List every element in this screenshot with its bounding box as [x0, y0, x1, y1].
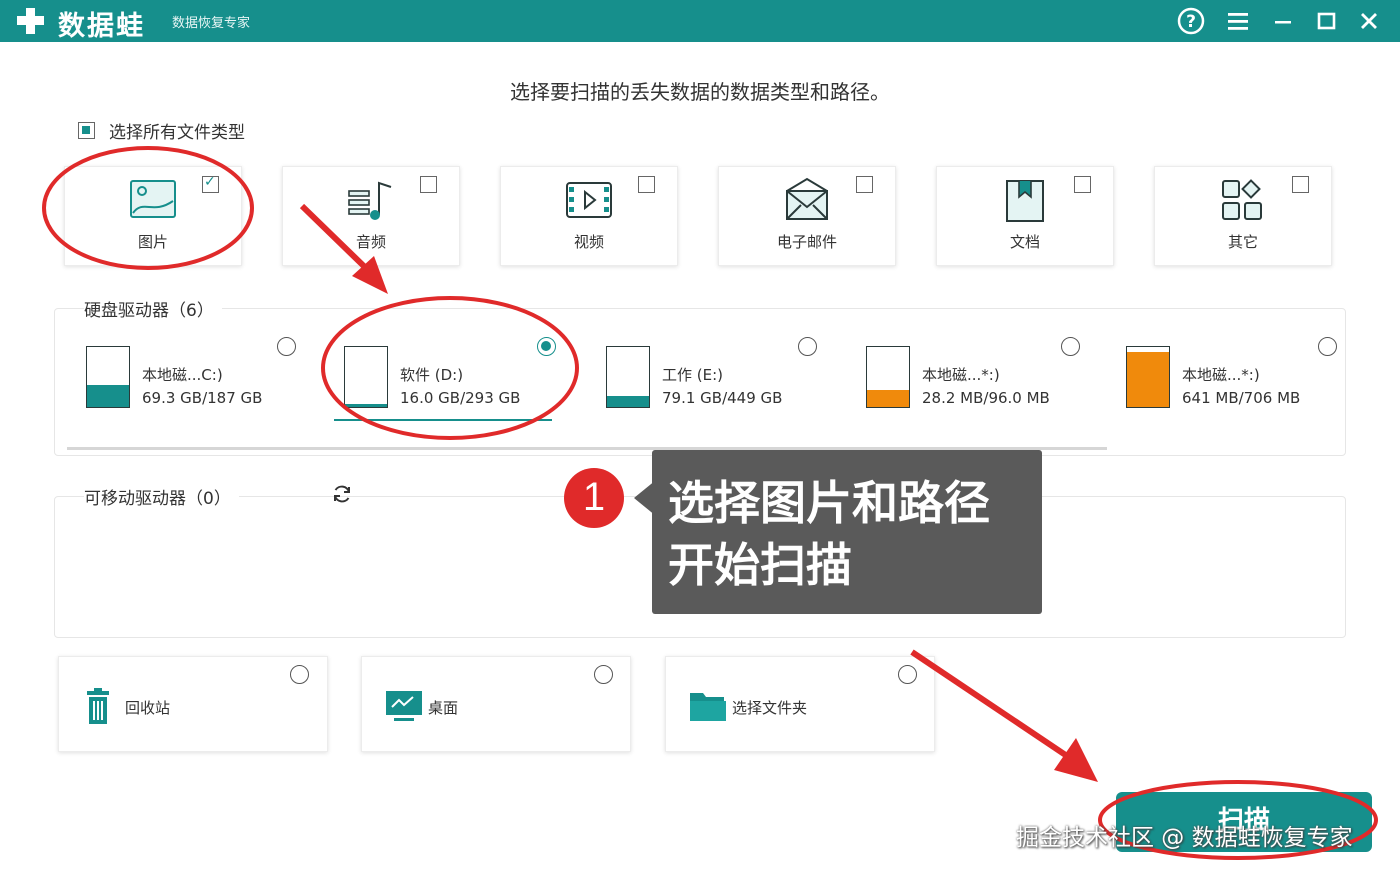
select-all-label: 选择所有文件类型 [109, 122, 245, 143]
drive-radio[interactable] [537, 337, 556, 356]
location-label: 选择文件夹 [732, 699, 808, 717]
drive-icon [344, 346, 388, 408]
type-card-email[interactable]: 电子邮件 [718, 166, 896, 266]
drive-icon [866, 346, 910, 408]
type-checkbox[interactable] [420, 176, 437, 193]
type-card-audio[interactable]: 音频 [282, 166, 460, 266]
callout-line-1: 选择图片和路径 [668, 476, 990, 530]
drive-radio[interactable] [1061, 337, 1080, 356]
app-subtitle: 数据恢复专家 [172, 16, 251, 31]
drive-radio[interactable] [1318, 337, 1337, 356]
location-card-desktop[interactable]: 桌面 [361, 656, 631, 752]
title-bar: 数据蛙 数据恢复专家 ? [0, 0, 1400, 42]
drive-size: 28.2 MB/96.0 MB [922, 389, 1050, 407]
drive-usage-fill [345, 404, 387, 407]
checkbox-box[interactable] [78, 121, 95, 139]
drive-size: 69.3 GB/187 GB [142, 389, 263, 407]
step-number-badge: 1 [564, 468, 624, 528]
minimize-icon[interactable] [1266, 4, 1300, 38]
type-label: 文档 [1009, 233, 1040, 251]
menu-icon[interactable] [1221, 4, 1255, 38]
drive-size: 16.0 GB/293 GB [400, 389, 521, 407]
drive-name: 工作 (E:) [662, 366, 724, 384]
help-icon[interactable]: ? [1174, 4, 1208, 38]
type-checkbox[interactable] [638, 176, 655, 193]
type-card-other[interactable]: 其它 [1154, 166, 1332, 266]
image-icon [130, 180, 176, 218]
page-prompt: 选择要扫描的丢失数据的数据类型和路径。 [510, 80, 890, 104]
type-card-image[interactable]: 图片 [64, 166, 242, 266]
type-checkbox[interactable] [1074, 176, 1091, 193]
selected-underline [334, 419, 552, 421]
location-radio[interactable] [594, 665, 613, 684]
audio-icon [348, 181, 392, 220]
close-icon[interactable] [1352, 4, 1386, 38]
app-name: 数据蛙 [58, 11, 145, 42]
callout-text: 选择图片和路径 开始扫描 [668, 472, 990, 596]
removable-drive-title: 可移动驱动器（0） [84, 484, 239, 509]
location-radio[interactable] [898, 665, 917, 684]
type-checkbox[interactable] [1292, 176, 1309, 193]
arrow-to-scan [910, 649, 1072, 761]
trash-icon [87, 688, 109, 724]
drive-name: 本地磁...C:) [142, 366, 223, 384]
type-checkbox[interactable] [202, 174, 219, 193]
drive-size: 79.1 GB/449 GB [662, 389, 783, 407]
folder-icon [690, 693, 726, 721]
location-card-choose-folder[interactable]: 选择文件夹 [665, 656, 935, 752]
video-icon [566, 182, 612, 218]
location-label: 回收站 [125, 699, 171, 717]
type-label: 电子邮件 [776, 233, 837, 251]
drive-name: 本地磁...*:) [1182, 366, 1260, 384]
maximize-icon[interactable] [1309, 4, 1343, 38]
location-card-recycle-bin[interactable]: 回收站 [58, 656, 328, 752]
drive-usage-fill [1127, 352, 1169, 407]
drive-radio[interactable] [798, 337, 817, 356]
drive-usage-fill [607, 396, 649, 407]
drive-usage-fill [867, 389, 909, 407]
type-label: 图片 [137, 233, 168, 251]
document-icon [1006, 180, 1044, 222]
watermark: 掘金技术社区 @ 数据蛙恢复专家 [1016, 825, 1353, 851]
app-window: 数据蛙 数据恢复专家 ? 选择要扫描的丢失数据的数据类型和路径。 选择所有文件类… [0, 0, 1400, 872]
logo-icon [17, 8, 44, 34]
type-label: 音频 [355, 233, 386, 251]
hard-drive-title: 硬盘驱动器（6） [84, 296, 222, 321]
type-label: 视频 [573, 233, 604, 251]
refresh-icon[interactable] [330, 482, 354, 506]
type-label: 其它 [1227, 233, 1258, 251]
svg-text:?: ? [1186, 12, 1196, 32]
callout-pointer [634, 480, 656, 516]
drive-icon [606, 346, 650, 408]
arrow-to-scan-head [1054, 738, 1098, 782]
annotation-callout: 选择图片和路径 开始扫描 [652, 450, 1042, 614]
drive-size: 641 MB/706 MB [1182, 389, 1301, 407]
type-card-document[interactable]: 文档 [936, 166, 1114, 266]
select-all-checkbox[interactable]: 选择所有文件类型 [78, 118, 245, 143]
type-checkbox[interactable] [856, 176, 873, 193]
location-radio[interactable] [290, 665, 309, 684]
desktop-icon [386, 691, 422, 721]
drive-usage-fill [87, 384, 129, 407]
callout-line-2: 开始扫描 [668, 538, 852, 592]
other-icon [1222, 179, 1262, 220]
drive-icon [1126, 346, 1170, 408]
email-icon [786, 177, 828, 220]
drive-name: 软件 (D:) [400, 366, 464, 384]
type-card-video[interactable]: 视频 [500, 166, 678, 266]
location-label: 桌面 [428, 699, 459, 717]
drive-name: 本地磁...*:) [922, 366, 1000, 384]
drive-radio[interactable] [277, 337, 296, 356]
drive-icon [86, 346, 130, 408]
